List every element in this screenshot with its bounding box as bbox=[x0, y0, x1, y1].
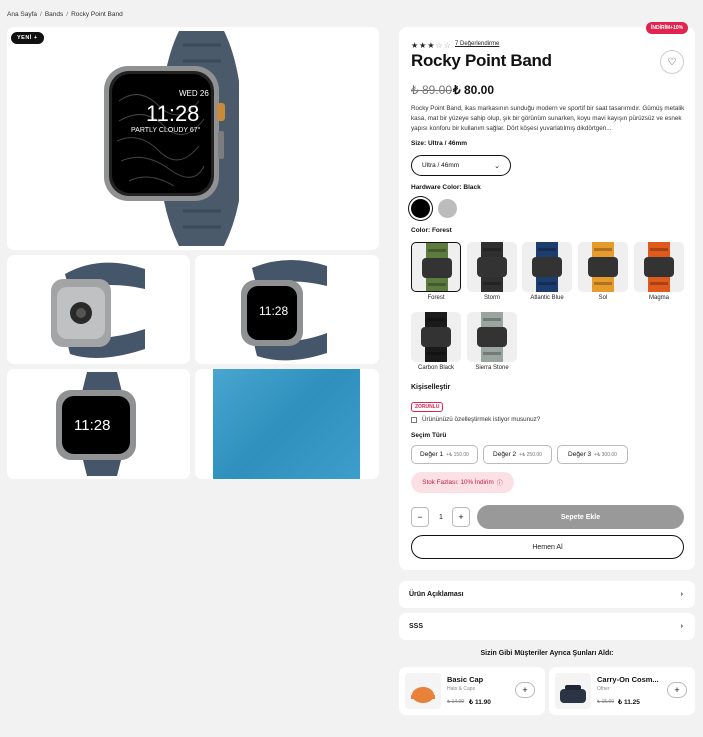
rating-stars: ★ ★ ★ ☆ ☆ bbox=[411, 41, 451, 50]
star-icon: ★ bbox=[427, 41, 435, 50]
option-value-3[interactable]: Değer 3 +₺ 300.00 bbox=[557, 445, 628, 464]
gallery-thumbnail[interactable]: 11:28 bbox=[7, 369, 190, 479]
checkbox-label: Ürününüzü özelleştirmek istiyor musunuz? bbox=[422, 416, 541, 423]
recommendation-card[interactable]: Carry-On Cosm... Other ₺ 15.00 ₺ 11.25 + bbox=[549, 667, 695, 715]
hardware-swatch-silver[interactable] bbox=[438, 199, 457, 218]
hardware-color-label: Hardware Color: Black bbox=[411, 184, 481, 191]
breadcrumb: Ana Sayfa / Bands / Rocky Point Band bbox=[7, 11, 123, 18]
add-to-cart-button[interactable]: Sepete Ekle bbox=[477, 505, 684, 529]
old-price: ₺ 15.00 bbox=[597, 699, 615, 705]
chevron-right-icon: › bbox=[680, 591, 683, 598]
product-name[interactable]: Carry-On Cosm... bbox=[597, 675, 659, 684]
watch-image: 11:28 bbox=[241, 259, 327, 361]
breadcrumb-separator: / bbox=[66, 11, 69, 18]
color-option-label: Storm bbox=[483, 295, 500, 301]
product-thumbnail bbox=[405, 673, 441, 709]
color-option-storm[interactable] bbox=[467, 242, 517, 292]
product-category: Hats & Caps bbox=[447, 686, 476, 692]
watch-back-image bbox=[51, 262, 145, 358]
plus-icon: + bbox=[522, 685, 528, 695]
svg-text:11:28: 11:28 bbox=[259, 304, 288, 318]
hardware-swatch-black[interactable] bbox=[411, 199, 430, 218]
recommendation-card[interactable]: Basic Cap Hats & Caps ₺ 14.00 ₺ 11.90 + bbox=[399, 667, 545, 715]
star-icon: ★ bbox=[419, 41, 427, 50]
chevron-right-icon: › bbox=[680, 623, 683, 630]
option-value-1[interactable]: Değer 1 +₺ 150.00 bbox=[411, 445, 478, 464]
product-name[interactable]: Basic Cap bbox=[447, 675, 483, 684]
quantity-increase-button[interactable]: + bbox=[452, 507, 470, 527]
color-option-magma[interactable] bbox=[634, 242, 684, 292]
current-price: ₺ 11.90 bbox=[469, 699, 491, 706]
buy-now-button[interactable]: Hemen Al bbox=[411, 535, 684, 559]
checkbox[interactable] bbox=[411, 416, 417, 423]
color-option-sierra-stone[interactable] bbox=[467, 312, 517, 362]
breadcrumb-category[interactable]: Bands bbox=[45, 11, 63, 18]
gallery-thumbnail[interactable] bbox=[7, 255, 190, 364]
breadcrumb-home[interactable]: Ana Sayfa bbox=[7, 11, 37, 18]
add-button[interactable]: + bbox=[667, 682, 687, 698]
choice-type-label: Seçim Türü bbox=[411, 432, 447, 439]
color-option-carbon-black[interactable] bbox=[411, 312, 461, 362]
svg-text:WED 26: WED 26 bbox=[179, 89, 209, 98]
color-option-label: Sierra Stone bbox=[475, 365, 509, 371]
plus-icon: + bbox=[674, 685, 680, 695]
size-label: Size: Ultra / 46mm bbox=[411, 140, 468, 147]
quantity-decrease-button[interactable]: − bbox=[411, 507, 429, 527]
accordion-faq[interactable]: SSS › bbox=[399, 613, 695, 640]
svg-text:PARTLY CLOUDY 67°: PARTLY CLOUDY 67° bbox=[131, 126, 201, 134]
recommendations-title: Sizin Gibi Müşteriler Ayrıca Şunları Ald… bbox=[480, 650, 614, 657]
info-icon: ⓘ bbox=[496, 481, 503, 487]
color-option-forest[interactable] bbox=[411, 242, 461, 292]
color-option-label: Magma bbox=[648, 295, 669, 301]
current-price: ₺ 80.00 bbox=[453, 83, 494, 97]
star-empty-icon: ☆ bbox=[443, 41, 451, 50]
star-empty-icon: ☆ bbox=[435, 41, 443, 50]
product-title: Rocky Point Band bbox=[411, 51, 552, 70]
new-badge: YENİ + bbox=[11, 32, 44, 44]
discount-badge: İNDİRİM+10% bbox=[646, 22, 689, 34]
favorite-button[interactable]: ♡ bbox=[660, 50, 684, 74]
product-thumbnail bbox=[555, 673, 591, 709]
color-option-label: Forest bbox=[427, 295, 445, 301]
color-option-label: Atlantic Blue bbox=[530, 295, 564, 301]
ocean-image bbox=[213, 369, 360, 479]
color-label: Color: Forest bbox=[411, 227, 452, 234]
color-option-label: Sol bbox=[598, 295, 608, 301]
size-select-value: Ultra / 46mm bbox=[422, 162, 460, 169]
current-price: ₺ 11.25 bbox=[618, 699, 640, 706]
heart-icon: ♡ bbox=[667, 56, 677, 68]
main-product-image[interactable]: WED 26 11:28 PARTLY CLOUDY 67° bbox=[7, 27, 379, 250]
svg-text:11:28: 11:28 bbox=[146, 101, 199, 126]
quantity-value[interactable]: 1 bbox=[433, 507, 449, 527]
add-button[interactable]: + bbox=[515, 682, 535, 698]
option-value-2[interactable]: Değer 2 +₺ 250.00 bbox=[483, 445, 552, 464]
star-icon: ★ bbox=[411, 41, 419, 50]
color-option-label: Carbon Black bbox=[417, 365, 455, 371]
color-option-sol[interactable] bbox=[578, 242, 628, 292]
stock-badge: Stok Fazlası: 10% İndirim ⓘ bbox=[411, 472, 514, 493]
chevron-down-icon: ⌄ bbox=[494, 162, 500, 170]
accordion-product-description[interactable]: Ürün Açıklaması › bbox=[399, 581, 695, 608]
watch-image: WED 26 11:28 PARTLY CLOUDY 67° bbox=[104, 31, 239, 246]
product-category: Other bbox=[597, 686, 610, 692]
old-price: ₺ 14.00 bbox=[447, 699, 465, 705]
breadcrumb-separator: / bbox=[40, 11, 42, 18]
size-select[interactable]: Ultra / 46mm ⌄ bbox=[411, 155, 511, 176]
personalize-checkbox[interactable]: Ürününüzü özelleştirmek istiyor musunuz? bbox=[411, 416, 540, 423]
breadcrumb-current: Rocky Point Band bbox=[71, 11, 123, 18]
old-price: ₺ 89.00 bbox=[411, 83, 452, 97]
required-badge: ZORUNLU bbox=[411, 402, 444, 412]
gallery-thumbnail[interactable]: 11:28 bbox=[195, 255, 379, 364]
product-description: Rocky Point Band, ikas markasının sunduğ… bbox=[411, 105, 685, 132]
personalize-title: Kişiselleştir bbox=[411, 384, 451, 391]
watch-image: 11:28 bbox=[56, 372, 136, 476]
reviews-link[interactable]: 7 Değerlendirme bbox=[455, 41, 499, 47]
svg-text:11:28: 11:28 bbox=[74, 417, 110, 434]
color-option-atlantic-blue[interactable] bbox=[522, 242, 572, 292]
